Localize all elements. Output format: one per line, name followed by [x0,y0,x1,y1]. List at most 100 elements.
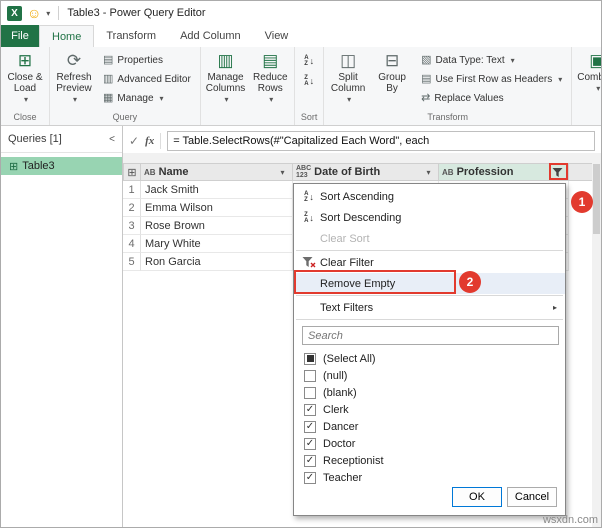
sort-descending-icon: Z A [304,75,309,87]
query-item-table3[interactable]: ⊞ Table3 [1,157,122,175]
formula-bar-divider [160,133,162,149]
menu-item-label: Clear Sort [320,232,370,245]
caret-down-icon: ▾ [72,95,77,104]
menu-item-clear-sort: Clear Sort [294,228,565,249]
menu-item-text-filters[interactable]: Text Filters ▸ [294,297,565,318]
manage-button[interactable]: ▦ Manage ▾ [99,89,195,107]
ok-button[interactable]: OK [452,487,502,507]
filter-option-clerk[interactable]: Clerk [304,401,555,418]
cell-name[interactable]: Emma Wilson [141,199,293,217]
checkbox-icon [304,437,316,450]
titlebar: X ☺ ▾ Table3 - Power Query Editor [1,1,601,25]
tab-file[interactable]: File [1,25,39,47]
down-arrow-icon: ↓ [309,191,314,202]
checkbox-icon [304,454,316,467]
refresh-preview-button[interactable]: ⟳ Refresh Preview ▾ [53,49,95,109]
filter-option-receptionist[interactable]: Receptionist [304,452,555,469]
filter-option-null[interactable]: (null) [304,367,555,384]
group-label-sort: Sort [300,112,318,122]
cell-name[interactable]: Rose Brown [141,217,293,235]
down-arrow-icon: ↓ [309,212,314,223]
refresh-icon: ⟳ [66,51,82,70]
sort-descending-button[interactable]: Z A ↓ [302,73,316,89]
down-arrow-icon: ↓ [309,76,315,86]
advanced-editor-icon: ▥ [103,72,114,85]
filter-option-label: Receptionist [323,454,384,467]
sort-ascending-button[interactable]: A Z ↓ [302,53,316,69]
row-number: 2 [123,199,141,217]
cancel-button[interactable]: Cancel [507,487,557,507]
smiley-feedback-icon[interactable]: ☺ [27,6,41,20]
fx-icon[interactable]: fx [145,135,154,147]
column-header-profession[interactable]: AB Profession [439,163,569,181]
split-column-button[interactable]: ◫ Split Column ▾ [327,49,369,109]
filter-option-label: Doctor [323,437,356,450]
vertical-scrollbar[interactable] [592,163,601,527]
text-type-icon: AB [144,167,156,177]
header-filler [569,163,594,181]
use-first-row-label: Use First Row as Headers [435,73,553,85]
data-type-icon: ▧ [421,53,432,66]
checkbox-icon [304,403,316,416]
advanced-editor-button[interactable]: ▥ Advanced Editor [99,70,195,88]
replace-values-button[interactable]: ⇄ Replace Values [417,89,566,107]
menu-item-label: Sort Descending [320,211,402,224]
quick-access-caret-icon[interactable]: ▾ [46,9,50,18]
combine-button[interactable]: ▣ Combine▾ [575,49,601,109]
column-header-date-of-birth[interactable]: ABC 123 Date of Birth ▾ [293,163,439,181]
column-dropdown-icon[interactable]: ▾ [422,168,435,177]
reduce-rows-button[interactable]: ▤ Reduce Rows ▾ [249,49,291,109]
commit-check-icon[interactable]: ✓ [129,134,139,148]
select-all-corner-button[interactable]: ⊞ [123,163,141,181]
menu-item-sort-descending[interactable]: Z A ↓ Sort Descending [294,207,565,228]
caret-down-icon: ▾ [224,95,229,104]
manage-columns-button[interactable]: ▥ Manage Columns ▾ [204,49,247,109]
menu-item-remove-empty[interactable]: Remove Empty [294,273,565,294]
query-item-label: Table3 [22,160,55,172]
cell-name[interactable]: Mary White [141,235,293,253]
filter-option-select-all[interactable]: (Select All) [304,350,555,367]
cell-name[interactable]: Jack Smith [141,181,293,199]
workspace-gap [123,153,601,163]
use-first-row-as-headers-button[interactable]: ▤ Use First Row as Headers ▾ [417,70,566,88]
split-column-icon: ◫ [340,51,357,70]
filter-option-doctor[interactable]: Doctor [304,435,555,452]
filter-search-input[interactable] [302,326,559,345]
advanced-editor-label: Advanced Editor [117,73,191,85]
properties-button[interactable]: ▤ Properties [99,51,195,69]
group-by-button[interactable]: ⊟ Group By [371,49,413,109]
tab-add-column[interactable]: Add Column [168,25,253,47]
manage-label: Manage [117,92,154,104]
profession-filter-icon[interactable] [550,165,565,179]
collapse-pane-button[interactable]: < [109,134,115,145]
column-label: Date of Birth [314,166,381,178]
cell-name[interactable]: Ron Garcia [141,253,293,271]
sort-descending-icon: Z A ↓ [298,212,320,224]
replace-values-icon: ⇄ [421,91,431,104]
column-header-name[interactable]: AB Name ▾ [141,163,293,181]
menu-item-sort-ascending[interactable]: A Z ↓ Sort Ascending [294,186,565,207]
group-label-combine [572,111,601,125]
filter-option-blank[interactable]: (blank) [304,384,555,401]
filter-option-dancer[interactable]: Dancer [304,418,555,435]
filter-option-label: (blank) [323,386,357,399]
reduce-rows-icon: ▤ [262,51,279,70]
menu-item-clear-filter[interactable]: Clear Filter [294,252,565,273]
tab-view[interactable]: View [253,25,301,47]
column-dropdown-icon[interactable]: ▾ [276,168,289,177]
caret-down-icon: ▾ [558,74,563,84]
watermark: wsxdn.com [542,514,598,526]
sort-ascending-icon: A Z ↓ [298,191,320,203]
filter-option-teacher[interactable]: Teacher [304,469,555,486]
data-type-label: Data Type: Text [435,54,505,66]
tab-home[interactable]: Home [39,25,95,47]
formula-input[interactable] [167,131,595,151]
close-and-load-button[interactable]: ⊞ Close & Load ▾ [4,49,46,109]
scrollbar-thumb[interactable] [593,164,600,234]
caret-down-icon: ▾ [269,95,274,104]
ribbon-group-sort: A Z ↓ Z A ↓ Sort [295,47,325,125]
tab-transform[interactable]: Transform [94,25,168,47]
filter-menu-buttons: OK Cancel [452,487,557,507]
data-type-button[interactable]: ▧ Data Type: Text ▾ [417,51,566,69]
manage-icon: ▦ [103,91,114,104]
